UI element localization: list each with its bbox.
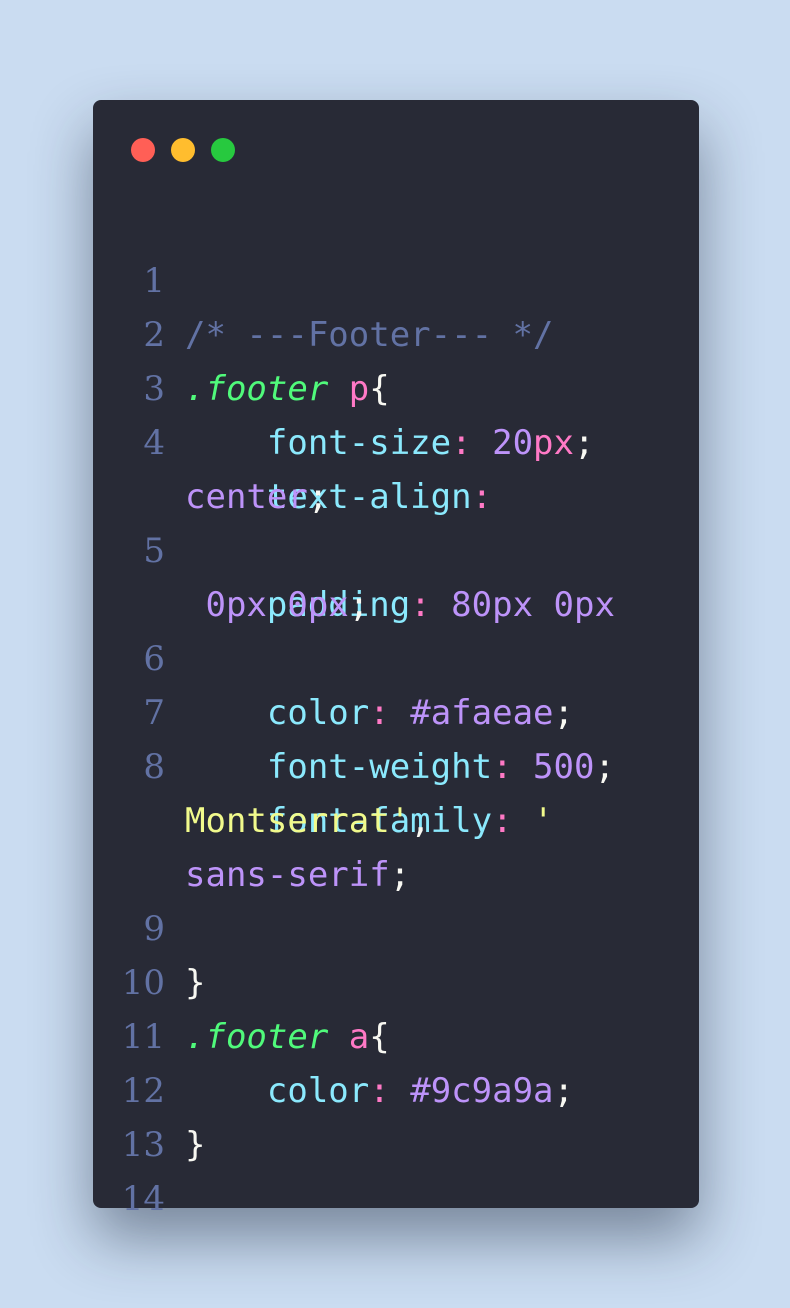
code-line: 11 color: #9c9a9a; [93, 956, 699, 1111]
code-line: 14 [93, 1118, 699, 1219]
code-line-wrap: 0px 0px; [93, 524, 699, 625]
code-line: 2 .footer p{ [93, 254, 699, 409]
minimize-dot-icon[interactable] [171, 138, 195, 162]
code-line: 13 [93, 1064, 699, 1165]
code-line: 6 color: #afaeae; [93, 578, 699, 733]
code-window: 1 /* ---Footer--- */ 2 .footer p{ 3 font… [93, 100, 699, 1219]
code-line: 3 font-size: 20px; [93, 308, 699, 463]
line-number: 14 [121, 1179, 165, 1219]
code-line: 10 .footer a{ [93, 902, 699, 1057]
code-line: 5 padding: 80px 0px [93, 470, 699, 625]
code-block: 1 /* ---Footer--- */ 2 .footer p{ 3 font… [93, 200, 699, 1219]
code-line: 9 } [93, 848, 699, 1003]
maximize-dot-icon[interactable] [211, 138, 235, 162]
code-line-wrap: sans-serif; [93, 794, 699, 895]
code-line: 8 font-family: ' [93, 686, 699, 841]
code-line: 7 font-weight: 500; [93, 632, 699, 787]
code-line-wrap: Montserrat', [93, 740, 699, 841]
code-line-wrap: center; [93, 416, 699, 517]
code-line: 12 } [93, 1010, 699, 1165]
code-line: 1 /* ---Footer--- */ [93, 200, 699, 355]
close-dot-icon[interactable] [131, 138, 155, 162]
code-line: 4 text-align: [93, 362, 699, 517]
